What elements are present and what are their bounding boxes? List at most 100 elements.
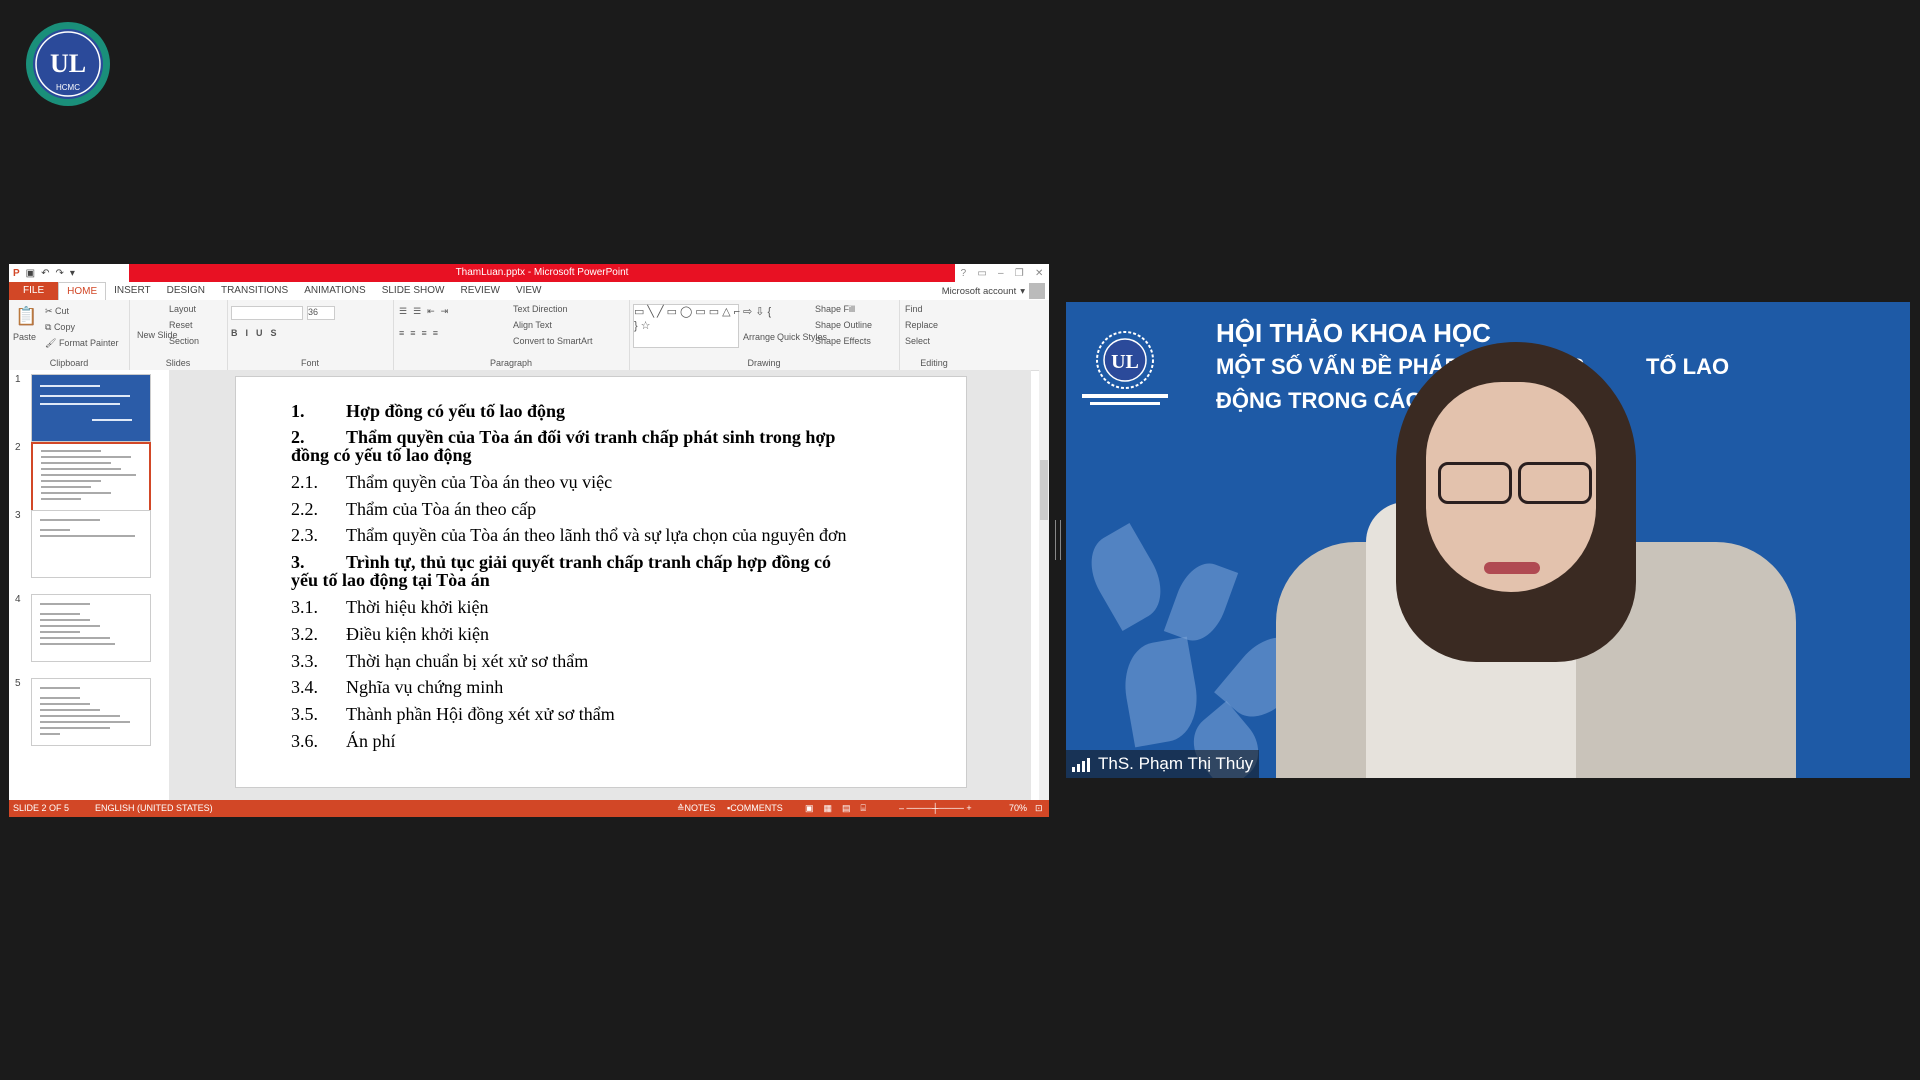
fit-slide-icon[interactable]: ⊡ (1035, 800, 1043, 817)
zoom-slider[interactable]: – ────┼──── + (899, 800, 972, 817)
shapes-gallery[interactable]: ▭╲╱▭◯▭▭△⌐⇨⇩{ }☆ (633, 304, 771, 348)
svg-text:UL: UL (1111, 351, 1139, 373)
language-indicator[interactable]: ENGLISH (UNITED STATES) (95, 800, 213, 817)
line-number: 3.2. (291, 624, 318, 644)
layout-button[interactable]: Layout (169, 304, 196, 314)
participant-name-tag: ThS. Phạm Thị Thúy (1066, 750, 1260, 778)
slide-thumbnail-3[interactable] (31, 510, 151, 578)
reset-button[interactable]: Reset (169, 320, 193, 330)
account-area[interactable]: Microsoft account ▾ (942, 282, 1045, 300)
banner-title: HỘI THẢO KHOA HỌC (1216, 318, 1491, 348)
tab-transitions[interactable]: TRANSITIONS (213, 282, 296, 300)
video-panel: UL HỘI THẢO KHOA HỌC MỘT SỐ VẤN ĐỀ PHÁP … (1066, 302, 1910, 778)
paste-icon[interactable]: 📋 (15, 306, 37, 327)
zoom-level[interactable]: 70% (1009, 800, 1027, 817)
help-icon[interactable]: ? (961, 268, 967, 279)
current-slide[interactable]: 1. Hợp đồng có yếu tố lao động 2. Thẩm quy… (235, 376, 967, 788)
vertical-scrollbar[interactable] (1039, 370, 1049, 800)
title-bar: P ▣ ↶ ↷ ▾ ThamLuan.pptx - Microsoft Powe… (9, 264, 1049, 282)
line-text: Thẩm của Tòa án theo cấp (346, 499, 537, 519)
text-direction-button[interactable]: Text Direction (513, 304, 568, 314)
line-text: đồng có yếu tố lao động (291, 445, 472, 465)
find-button[interactable]: Find (905, 304, 923, 314)
replace-button[interactable]: Replace (905, 320, 938, 330)
slide-line: yếu tố lao động tại Tòa án (291, 570, 490, 591)
drawing-label: Drawing (747, 358, 781, 368)
slide-line: 2.2. Thẩm của Tòa án theo cấp (291, 499, 536, 520)
restore-icon[interactable]: ❐ (1015, 268, 1024, 279)
slides-label: Slides (165, 358, 191, 368)
shape-fill-button[interactable]: Shape Fill (815, 304, 855, 314)
redo-icon[interactable]: ↷ (56, 268, 64, 279)
slide-thumbnail-5[interactable] (31, 678, 151, 746)
ppt-app-icon: P (13, 267, 20, 279)
minimize-icon[interactable]: – (998, 268, 1004, 279)
copy-label: Copy (53, 322, 75, 332)
align-icons[interactable]: ≡≡≡≡ (399, 328, 444, 338)
format-painter-label: Format Painter (58, 338, 119, 348)
cut-icon: ✂ (45, 306, 56, 316)
tab-file[interactable]: FILE (9, 282, 59, 300)
line-number: 2.2. (291, 499, 318, 519)
tab-review[interactable]: REVIEW (452, 282, 507, 300)
thumb-number: 3 (15, 510, 21, 521)
line-text: Thành phần Hội đồng xét xử sơ thẩm (346, 704, 615, 724)
ribbon-tabs: FILE HOME INSERT DESIGN TRANSITIONS ANIM… (9, 281, 1049, 301)
view-buttons[interactable]: ▣▦▤⌸ (805, 800, 876, 817)
save-icon[interactable]: ▣ (26, 268, 35, 279)
arrange-button[interactable]: Arrange (743, 332, 775, 342)
copy-button[interactable]: ⧉ Copy (45, 322, 75, 333)
shape-effects-button[interactable]: Shape Effects (815, 336, 871, 346)
comments-label: COMMENTS (730, 803, 783, 813)
slide-thumbnail-2[interactable] (31, 442, 151, 512)
customize-icon[interactable]: ▾ (70, 268, 75, 279)
scroll-thumb[interactable] (1040, 460, 1048, 520)
slide-line: 3.5. Thành phần Hội đồng xét xử sơ thẩm (291, 704, 615, 725)
font-label: Font (300, 358, 319, 368)
slide-line: 2.3. Thẩm quyền của Tòa án theo lãnh thổ … (291, 525, 847, 546)
line-number: 1. (291, 401, 305, 421)
brush-icon: 🖌 (45, 338, 59, 348)
slide-thumbnail-4[interactable] (31, 594, 151, 662)
thumb-number: 2 (15, 442, 21, 453)
thumb-number: 4 (15, 594, 21, 605)
window-controls: ? ▭ – ❐ ✕ (955, 264, 1049, 282)
notes-button[interactable]: ≙ NOTES (677, 800, 716, 817)
align-text-button[interactable]: Align Text (513, 320, 552, 330)
font-family-input[interactable] (231, 306, 303, 320)
list-icons[interactable]: ☰☰⇤⇥ (399, 306, 454, 317)
section-button[interactable]: Section (169, 336, 199, 346)
slide-thumbnail-1[interactable] (31, 374, 151, 442)
tab-animations[interactable]: ANIMATIONS (296, 282, 373, 300)
splitter-handle[interactable] (1055, 520, 1061, 560)
line-text: Thẩm quyền của Tòa án theo lãnh thổ và s… (346, 525, 847, 545)
format-painter-button[interactable]: 🖌 Format Painter (45, 338, 118, 349)
avatar (1029, 283, 1045, 299)
slide-indicator: SLIDE 2 OF 5 (13, 803, 70, 813)
font-format-icons[interactable]: BIUS (231, 328, 285, 338)
participant-name: ThS. Phạm Thị Thúy (1098, 754, 1254, 773)
tab-insert[interactable]: INSERT (106, 282, 159, 300)
convert-smartart-button[interactable]: Convert to SmartArt (513, 336, 593, 346)
paste-button[interactable]: Paste (13, 332, 36, 342)
slide-thumbnails-pane: 1 2 3 4 5 (9, 370, 170, 800)
shape-outline-button[interactable]: Shape Outline (815, 320, 872, 330)
line-number: 3.4. (291, 677, 318, 697)
comments-button[interactable]: ▪ COMMENTS (727, 800, 783, 817)
select-button[interactable]: Select (905, 336, 930, 346)
undo-icon[interactable]: ↶ (41, 268, 49, 279)
glasses-right-lens (1518, 462, 1592, 504)
slide-line: 3.4. Nghĩa vụ chứng minh (291, 677, 503, 698)
notes-label: NOTES (684, 803, 716, 813)
ribbon-display-icon[interactable]: ▭ (977, 268, 986, 279)
line-text: Thời hạn chuẩn bị xét xử sơ thẩm (346, 651, 589, 671)
tab-design[interactable]: DESIGN (159, 282, 213, 300)
line-text: Án phí (346, 731, 396, 751)
tab-slide-show[interactable]: SLIDE SHOW (374, 282, 453, 300)
close-icon[interactable]: ✕ (1035, 268, 1043, 279)
cut-button[interactable]: ✂ Cut (45, 306, 69, 317)
tab-home[interactable]: HOME (58, 281, 107, 301)
line-text: Thẩm quyền của Tòa án đối với tranh chấp… (346, 427, 836, 447)
tab-view[interactable]: VIEW (508, 282, 550, 300)
font-size-input[interactable]: 36 (307, 306, 335, 320)
